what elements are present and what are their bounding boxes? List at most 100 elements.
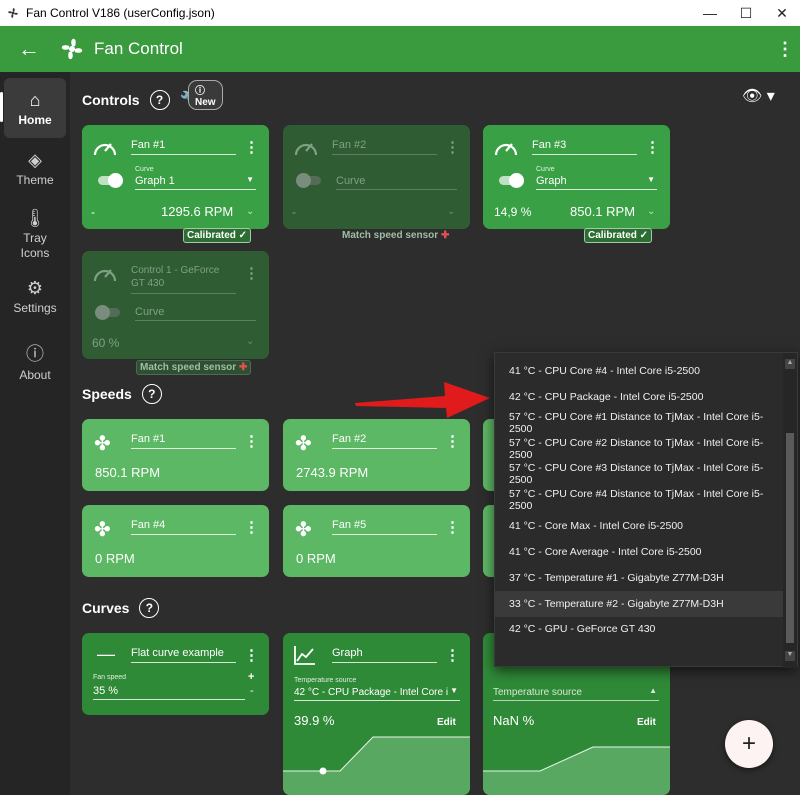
increment-button[interactable]: +	[248, 671, 254, 683]
maximize-button[interactable]: ☐	[728, 0, 764, 26]
add-button[interactable]: +	[725, 720, 773, 768]
curve-label: Curve	[536, 166, 555, 173]
control-card-fan-2[interactable]: Fan #2 ⋮ Curve - ⌄	[283, 125, 470, 229]
thermometer-icon: 🌡	[23, 208, 47, 228]
nav-tray-icons[interactable]: 🌡 Tray Icons	[4, 208, 66, 261]
curve-card-graph[interactable]: Graph ⋮ Temperature source 42 °C - CPU P…	[283, 633, 470, 795]
nav-about[interactable]: ⓘ About	[4, 340, 66, 382]
minimize-button[interactable]: —	[692, 0, 728, 26]
curve-output-value: NaN %	[493, 713, 535, 728]
expand-chevron-icon[interactable]: ⌄	[246, 206, 254, 217]
home-icon: ⌂	[29, 90, 41, 110]
curve-select[interactable]: Curve	[135, 306, 256, 321]
close-button[interactable]: ✕	[764, 0, 800, 26]
dropdown-option[interactable]: 42 °C - CPU Package - Intel Core i5-2500	[495, 384, 783, 410]
curves-header: Curves ?	[82, 598, 160, 618]
curve-menu-icon[interactable]: ⋮	[445, 646, 460, 664]
dropdown-option[interactable]: 57 °C - CPU Core #4 Distance to TjMax - …	[495, 487, 783, 513]
curve-name[interactable]: Graph	[332, 647, 437, 663]
curve-select[interactable]: Curve	[336, 175, 457, 190]
nav-settings-label: Settings	[13, 301, 57, 315]
speed-menu-icon[interactable]: ⋮	[445, 432, 460, 450]
edit-button[interactable]: Edit	[437, 717, 456, 728]
visibility-eye-icon[interactable]: 👁 ▾	[742, 86, 775, 106]
control-card-fan-1[interactable]: Fan #1 ⋮ Curve Graph 1 ▼ - 1295.6 RPM ⌄	[82, 125, 269, 229]
expand-chevron-icon[interactable]: ⌄	[246, 336, 254, 347]
speeds-help-icon[interactable]: ?	[141, 384, 162, 404]
match-speed-sensor-label: Match speed sensor	[140, 362, 237, 373]
speed-name[interactable]: Fan #4	[131, 519, 236, 535]
speed-card-fan-2[interactable]: ✤ Fan #2 ⋮ 2743.9 RPM	[283, 419, 470, 491]
speed-card-fan-1[interactable]: ✤ Fan #1 ⋮ 850.1 RPM	[82, 419, 269, 491]
nav-active-indicator	[0, 92, 3, 122]
control-name[interactable]: Control 1 - GeForce GT 430	[131, 264, 236, 294]
temperature-source-select[interactable]: Temperature source ▲	[493, 686, 659, 701]
nav-theme[interactable]: ◈ Theme	[4, 150, 66, 187]
graph-line-icon	[294, 646, 315, 665]
speed-menu-icon[interactable]: ⋮	[445, 518, 460, 536]
dropdown-option[interactable]: 41 °C - CPU Core #4 - Intel Core i5-2500	[495, 358, 783, 384]
scrollbar-thumb[interactable]	[786, 433, 794, 643]
speed-name[interactable]: Fan #2	[332, 433, 437, 449]
control-toggle[interactable]	[499, 173, 524, 188]
gauge-icon	[93, 269, 117, 282]
curve-card-flat[interactable]: — Flat curve example ⋮ Fan speed 35 % + …	[82, 633, 269, 715]
curve-menu-icon[interactable]: ⋮	[244, 646, 259, 664]
control-name[interactable]: Fan #2	[332, 139, 437, 155]
curves-help-icon[interactable]: ?	[139, 598, 160, 618]
control-menu-icon[interactable]: ⋮	[445, 138, 460, 156]
control-toggle[interactable]	[95, 305, 120, 320]
temperature-source-select[interactable]: 42 °C - CPU Package - Intel Core i ▼	[294, 686, 460, 701]
control-toggle[interactable]	[98, 173, 123, 188]
control-toggle[interactable]	[296, 173, 321, 188]
decrement-button[interactable]: -	[250, 685, 254, 697]
control-name[interactable]: Fan #1	[131, 139, 236, 155]
dropdown-scrollbar[interactable]: ▲ ▼	[783, 353, 797, 668]
dropdown-option[interactable]: 42 °C - GPU - GeForce GT 430	[495, 616, 783, 642]
control-menu-icon[interactable]: ⋮	[244, 138, 259, 156]
control-menu-icon[interactable]: ⋮	[645, 138, 660, 156]
fan-speed-value: 35 %	[93, 685, 119, 697]
curve-select[interactable]: Graph 1 ▼	[135, 175, 256, 190]
temperature-source-placeholder: Temperature source	[493, 687, 582, 698]
window-title: Fan Control V186 (userConfig.json)	[26, 6, 215, 20]
speed-rpm: 0 RPM	[296, 551, 336, 566]
scroll-up-icon[interactable]: ▲	[785, 359, 795, 369]
speed-menu-icon[interactable]: ⋮	[244, 432, 259, 450]
speed-menu-icon[interactable]: ⋮	[244, 518, 259, 536]
speed-name[interactable]: Fan #1	[131, 433, 236, 449]
gear-icon: ⚙	[26, 278, 44, 298]
fan-speed-input[interactable]: 35 %	[93, 685, 245, 700]
dropdown-option-hovered[interactable]: 33 °C - Temperature #2 - Gigabyte Z77M-D…	[495, 591, 783, 617]
curve-select[interactable]: Graph ▼	[536, 175, 657, 190]
dropdown-option[interactable]: 41 °C - Core Average - Intel Core i5-250…	[495, 539, 783, 565]
speed-name[interactable]: Fan #5	[332, 519, 437, 535]
app-menu-icon[interactable]: ⋮	[770, 39, 800, 60]
edit-button[interactable]: Edit	[637, 717, 656, 728]
expand-chevron-icon[interactable]: ⌄	[447, 206, 455, 217]
gauge-icon	[93, 143, 117, 156]
temperature-source-value: 42 °C - CPU Package - Intel Core i	[294, 687, 449, 698]
nav-home[interactable]: ⌂ Home	[4, 78, 66, 138]
curve-name[interactable]: Flat curve example	[131, 647, 236, 663]
speed-card-fan-4[interactable]: ✤ Fan #4 ⋮ 0 RPM	[82, 505, 269, 577]
controls-help-icon[interactable]: ?	[149, 90, 170, 110]
control-card-gt430[interactable]: Control 1 - GeForce GT 430 ⋮ Curve 60 % …	[82, 251, 269, 359]
control-name[interactable]: Fan #3	[532, 139, 637, 155]
nav-settings[interactable]: ⚙ Settings	[4, 278, 66, 315]
dropdown-option[interactable]: 37 °C - Temperature #1 - Gigabyte Z77M-D…	[495, 565, 783, 591]
speed-card-fan-5[interactable]: ✤ Fan #5 ⋮ 0 RPM	[283, 505, 470, 577]
expand-chevron-icon[interactable]: ⌄	[647, 206, 655, 217]
dropdown-option[interactable]: 57 °C - CPU Core #2 Distance to TjMax - …	[495, 436, 783, 462]
back-arrow-icon[interactable]: ←	[18, 36, 48, 62]
control-percent: -	[292, 205, 296, 219]
dropdown-option[interactable]: 57 °C - CPU Core #1 Distance to TjMax - …	[495, 410, 783, 436]
control-rpm: 1295.6 RPM	[161, 204, 234, 219]
scroll-down-icon[interactable]: ▼	[785, 651, 795, 661]
control-menu-icon[interactable]: ⋮	[244, 264, 259, 282]
dropdown-option[interactable]: 41 °C - Core Max - Intel Core i5-2500	[495, 513, 783, 539]
fan-logo-icon	[61, 38, 83, 60]
dropdown-option[interactable]: 57 °C - CPU Core #3 Distance to TjMax - …	[495, 461, 783, 487]
control-rpm: 850.1 RPM	[570, 204, 636, 219]
control-card-fan-3[interactable]: Fan #3 ⋮ Curve Graph ▼ 14,9 % 850.1 RPM ⌄	[483, 125, 670, 229]
